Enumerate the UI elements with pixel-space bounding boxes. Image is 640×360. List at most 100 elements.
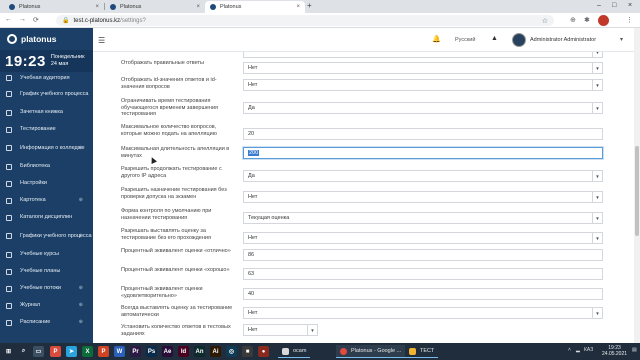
sidebar-item[interactable]: Информация о колледже ⊕ [0,138,93,158]
chevron-down-icon[interactable]: ▼ [592,80,602,90]
setting-select[interactable]: Да ▼ [243,170,603,182]
chevron-down-icon[interactable]: ▼ [592,192,602,202]
sidebar-item[interactable]: Зачетная книжка [0,104,93,121]
setting-select[interactable]: ▼ [243,52,603,58]
bell-icon[interactable]: 🔔 [432,35,441,43]
setting-input[interactable]: 86 [243,249,603,261]
taskbar-app-ocam[interactable]: ocam [278,345,311,358]
lock-icon[interactable]: 🔒 [62,17,69,24]
browser-tab-2[interactable]: Platonus × [105,1,205,13]
sidebar-item[interactable]: Журнал ⊕ [0,297,93,314]
setting-select[interactable]: Нет ▼ [243,324,318,336]
sidebar-item[interactable]: Библиотека [0,158,93,175]
sidebar-item[interactable]: Картотека ⊕ [0,192,93,209]
user-name[interactable]: Administrator Administrator [530,37,596,43]
close-window-icon[interactable]: × [628,2,632,9]
warning-icon[interactable]: ▲ [491,35,498,42]
setting-select[interactable]: Да ▼ [243,102,603,114]
taskbar-clock[interactable]: 19:23 24.05.2021 [602,345,627,357]
sidebar-item[interactable]: Учебные потоки ⊕ [0,280,93,297]
page-scrollbar[interactable] [634,28,640,343]
app-icon[interactable]: Р [50,346,61,357]
user-avatar[interactable] [512,33,526,47]
chevron-down-icon[interactable]: ▼ [592,213,602,223]
language-indicator[interactable]: КАЗ [584,347,593,353]
setting-input[interactable]: 20 [243,128,603,140]
app-logo[interactable]: platonus [0,28,93,50]
network-icon[interactable]: ▂ [576,347,580,353]
close-icon[interactable]: × [196,4,200,10]
setting-input[interactable]: 200 [243,147,603,159]
expand-icon[interactable]: ⊕ [79,319,83,326]
task-view-icon[interactable]: ▭ [33,346,44,357]
expand-icon[interactable]: ⊕ [79,197,83,204]
photoshop-icon[interactable]: Ps [146,346,157,357]
sidebar-item[interactable]: Учебные курсы [0,246,93,263]
sidebar-item[interactable]: Учебные планы [0,263,93,280]
animate-icon[interactable]: An [194,346,205,357]
setting-input[interactable]: 40 [243,288,603,300]
close-icon[interactable]: × [296,4,300,10]
expand-icon[interactable]: ⊕ [79,233,83,240]
setting-select[interactable]: Нет ▼ [243,307,603,319]
expand-icon[interactable]: ⊕ [79,145,83,152]
maximize-icon[interactable]: □ [612,2,616,9]
browser-tab-3[interactable]: Platonus × [205,1,305,13]
extensions-icon[interactable]: ⊕ [570,16,576,24]
setting-select[interactable]: Нет ▼ [243,62,603,74]
hamburger-menu-icon[interactable]: ☰ [98,36,105,45]
setting-select[interactable]: Нет ▼ [243,191,603,203]
chevron-down-icon[interactable]: ▼ [592,171,602,181]
illustrator-icon[interactable]: Ai [210,346,221,357]
excel-icon[interactable]: X [82,346,93,357]
chevron-down-icon[interactable]: ▾ [620,36,623,43]
telegram-icon[interactable]: ➤ [66,346,77,357]
scrollbar-thumb[interactable] [635,146,639,236]
app-icon-4[interactable]: ● [258,346,269,357]
back-icon[interactable]: ← [5,16,12,23]
menu-dots-icon[interactable]: ⋮ [626,16,633,24]
language-selector[interactable]: Русский [455,37,475,43]
indesign-icon[interactable]: Id [178,346,189,357]
chevron-down-icon[interactable]: ▼ [592,52,602,57]
app-icon-3[interactable]: ■ [242,346,253,357]
sidebar-item[interactable]: Настройки [0,175,93,192]
chevron-down-icon[interactable]: ▼ [307,325,317,335]
sidebar-item[interactable]: Учебная аудитория [0,72,93,84]
sidebar-item[interactable]: Каталоги дисциплин [0,209,93,226]
chevron-down-icon[interactable]: ▼ [592,103,602,113]
setting-select[interactable]: Текущая оценка ▼ [243,212,603,224]
pin-icon[interactable]: ✱ [584,16,590,24]
minimize-icon[interactable]: – [597,2,601,9]
setting-input[interactable]: 63 [243,268,603,280]
reload-icon[interactable]: ⟳ [33,16,39,24]
tray-chevron-icon[interactable]: ˄ [568,347,571,353]
chevron-down-icon[interactable]: ▼ [592,233,602,243]
new-tab-button[interactable]: + [307,1,312,10]
profile-avatar[interactable] [598,15,609,26]
windows-start-icon[interactable]: ⊞ [3,346,14,357]
browser-tab-1[interactable]: Platonus × [4,1,104,13]
expand-icon[interactable]: ⊕ [79,285,83,292]
chevron-down-icon[interactable]: ▼ [592,308,602,318]
notifications-icon[interactable]: ▤ [632,347,637,353]
app-icon-2[interactable]: ◎ [226,346,237,357]
powerpoint-icon[interactable]: P [98,346,109,357]
close-icon[interactable]: × [95,4,99,10]
premiere-icon[interactable]: Pr [130,346,141,357]
word-icon[interactable]: W [114,346,125,357]
search-icon[interactable]: ⌕ [18,346,29,357]
after-effects-icon[interactable]: Ae [162,346,173,357]
setting-select[interactable]: Нет ▼ [243,232,603,244]
taskbar-app-chrome[interactable]: Platonus - Google ... [336,345,406,358]
sidebar-item[interactable]: График учебного процесса [0,84,93,104]
chevron-down-icon[interactable]: ▼ [592,63,602,73]
sidebar-item[interactable]: Расписание ⊕ [0,314,93,331]
taskbar-app-folder[interactable]: ТЕСТ [405,345,439,358]
sidebar-item[interactable]: Тестирование [0,121,93,138]
expand-icon[interactable]: ⊕ [79,302,83,309]
address-bar[interactable]: 🔒 test.c-platonus.kz /settings? ☆ [56,15,554,26]
sidebar-item[interactable]: Графики учебного процесса ⊕ [0,226,93,246]
forward-icon[interactable]: → [19,16,26,23]
bookmark-star-icon[interactable]: ☆ [542,17,548,25]
